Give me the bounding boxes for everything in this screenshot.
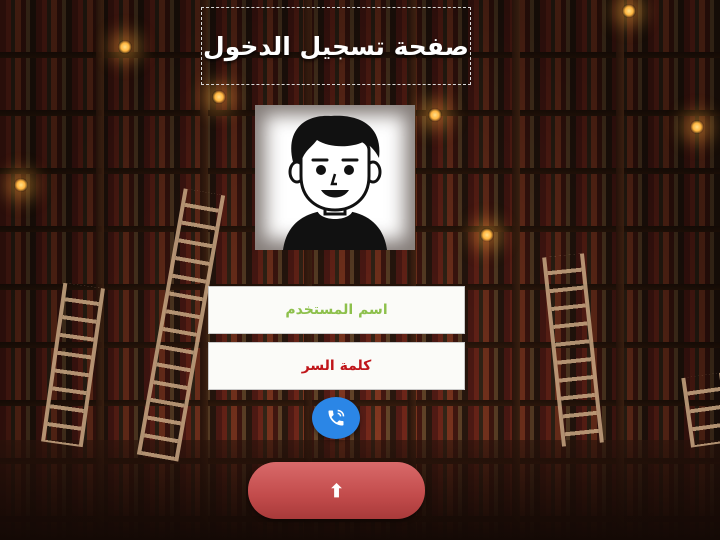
candle-light bbox=[480, 228, 494, 242]
candle-light bbox=[118, 40, 132, 54]
candle-light bbox=[622, 4, 636, 18]
title-box: صفحة تسجيل الدخول bbox=[201, 7, 471, 85]
arrow-up-icon: ⬆ bbox=[328, 480, 345, 501]
candle-light bbox=[690, 120, 704, 134]
candle-light bbox=[212, 90, 226, 104]
call-button[interactable] bbox=[312, 397, 360, 439]
password-field[interactable] bbox=[208, 342, 465, 390]
candle-light bbox=[14, 178, 28, 192]
user-avatar-icon bbox=[283, 115, 387, 250]
phone-icon bbox=[328, 409, 345, 426]
candle-light bbox=[428, 108, 442, 122]
user-avatar-icon bbox=[255, 105, 415, 250]
page-title: صفحة تسجيل الدخول bbox=[203, 31, 469, 61]
submit-button[interactable]: ⬆ bbox=[248, 462, 425, 519]
username-field[interactable] bbox=[208, 286, 465, 334]
